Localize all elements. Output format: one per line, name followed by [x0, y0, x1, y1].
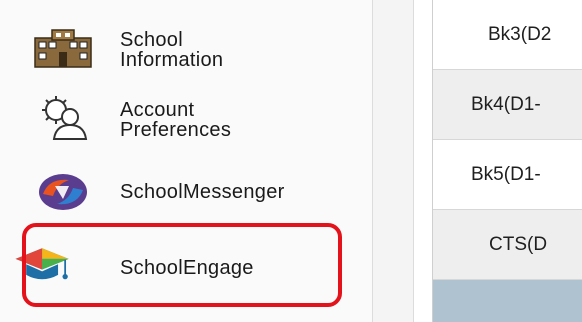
sidebar-item-school-information[interactable]: School Information — [26, 18, 356, 78]
schoolmessenger-logo-icon — [32, 166, 94, 218]
column-gap — [373, 0, 414, 322]
table-row[interactable]: Bk4(D1- — [433, 70, 582, 140]
data-table: Bk3(D2 Bk4(D1- Bk5(D1- CTS(D — [432, 0, 582, 322]
sidebar-item-schoolmessenger[interactable]: SchoolMessenger — [26, 162, 356, 222]
table-row[interactable]: Bk5(D1- — [433, 140, 582, 210]
sidebar-item-label: School Information — [120, 30, 223, 70]
table-cell: Bk4(D1- — [471, 94, 541, 115]
sidebar-item-label: Account Preferences — [120, 100, 231, 140]
label-line-1: Account — [120, 99, 195, 121]
table-row[interactable]: CTS(D — [433, 210, 582, 280]
table-cell: Bk3(D2 — [488, 24, 552, 45]
label-line-2: Preferences — [120, 119, 232, 141]
label-line-2: Information — [120, 49, 224, 71]
app-root: School Information Account Preferences S… — [0, 0, 582, 322]
table-cell: Bk5(D1- — [471, 164, 541, 185]
sidebar-menu: School Information Account Preferences S… — [0, 0, 373, 322]
sidebar-item-label: SchoolMessenger — [120, 181, 285, 203]
account-gear-person-icon — [32, 92, 94, 144]
school-building-icon — [32, 22, 94, 74]
table-row[interactable]: Bk3(D2 — [433, 0, 582, 70]
table-row-selected[interactable] — [433, 280, 582, 322]
label-line-1: School — [120, 29, 183, 51]
sidebar-item-account-preferences[interactable]: Account Preferences — [26, 88, 356, 148]
highlight-annotation-box — [22, 223, 342, 307]
table-cell: CTS(D — [489, 234, 548, 255]
